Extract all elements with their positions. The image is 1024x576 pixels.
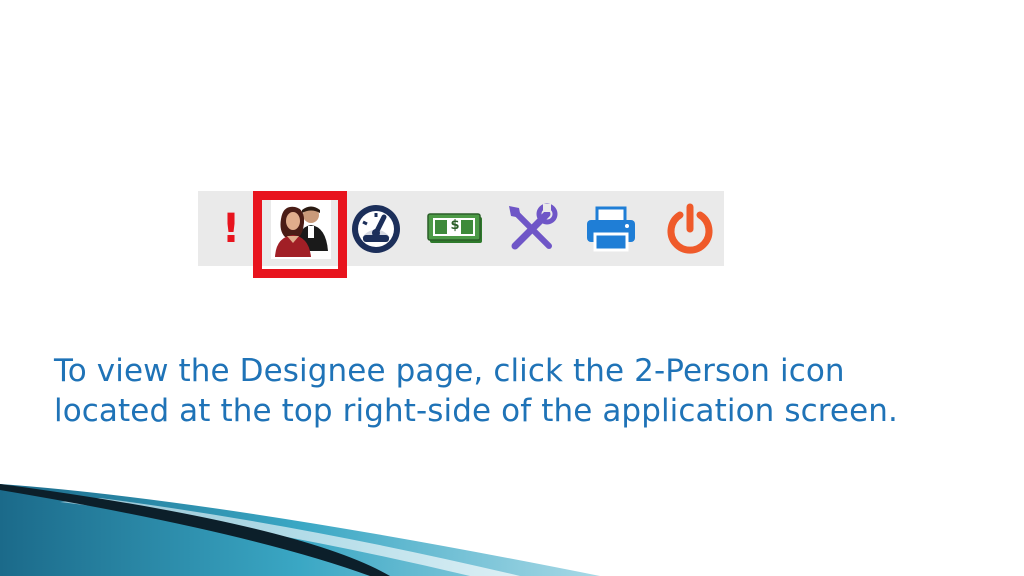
decorative-swoosh [0, 484, 600, 576]
app-toolbar: ! $ [198, 191, 724, 266]
power-graphic [667, 203, 713, 254]
two-person-icon[interactable] [270, 199, 332, 259]
power-icon[interactable] [662, 199, 718, 259]
money-icon[interactable]: $ [426, 199, 486, 259]
alert-glyph: ! [221, 206, 241, 252]
tools-graphic [509, 203, 558, 250]
instruction-caption: To view the Designee page, click the 2-P… [54, 351, 994, 431]
printer-icon[interactable] [582, 199, 640, 259]
printer-graphic [587, 206, 635, 252]
money-glyph: $ [450, 218, 460, 233]
tools-icon[interactable] [504, 199, 560, 259]
caption-line-1: To view the Designee page, click the 2-P… [54, 353, 845, 389]
two-person-icon-graphic [271, 199, 331, 259]
dashboard-gauge-graphic [352, 205, 400, 253]
caption-line-2: located at the top right-side of the app… [54, 393, 898, 429]
alert-icon[interactable]: ! [216, 199, 246, 259]
dashboard-gauge-icon[interactable] [348, 199, 404, 259]
